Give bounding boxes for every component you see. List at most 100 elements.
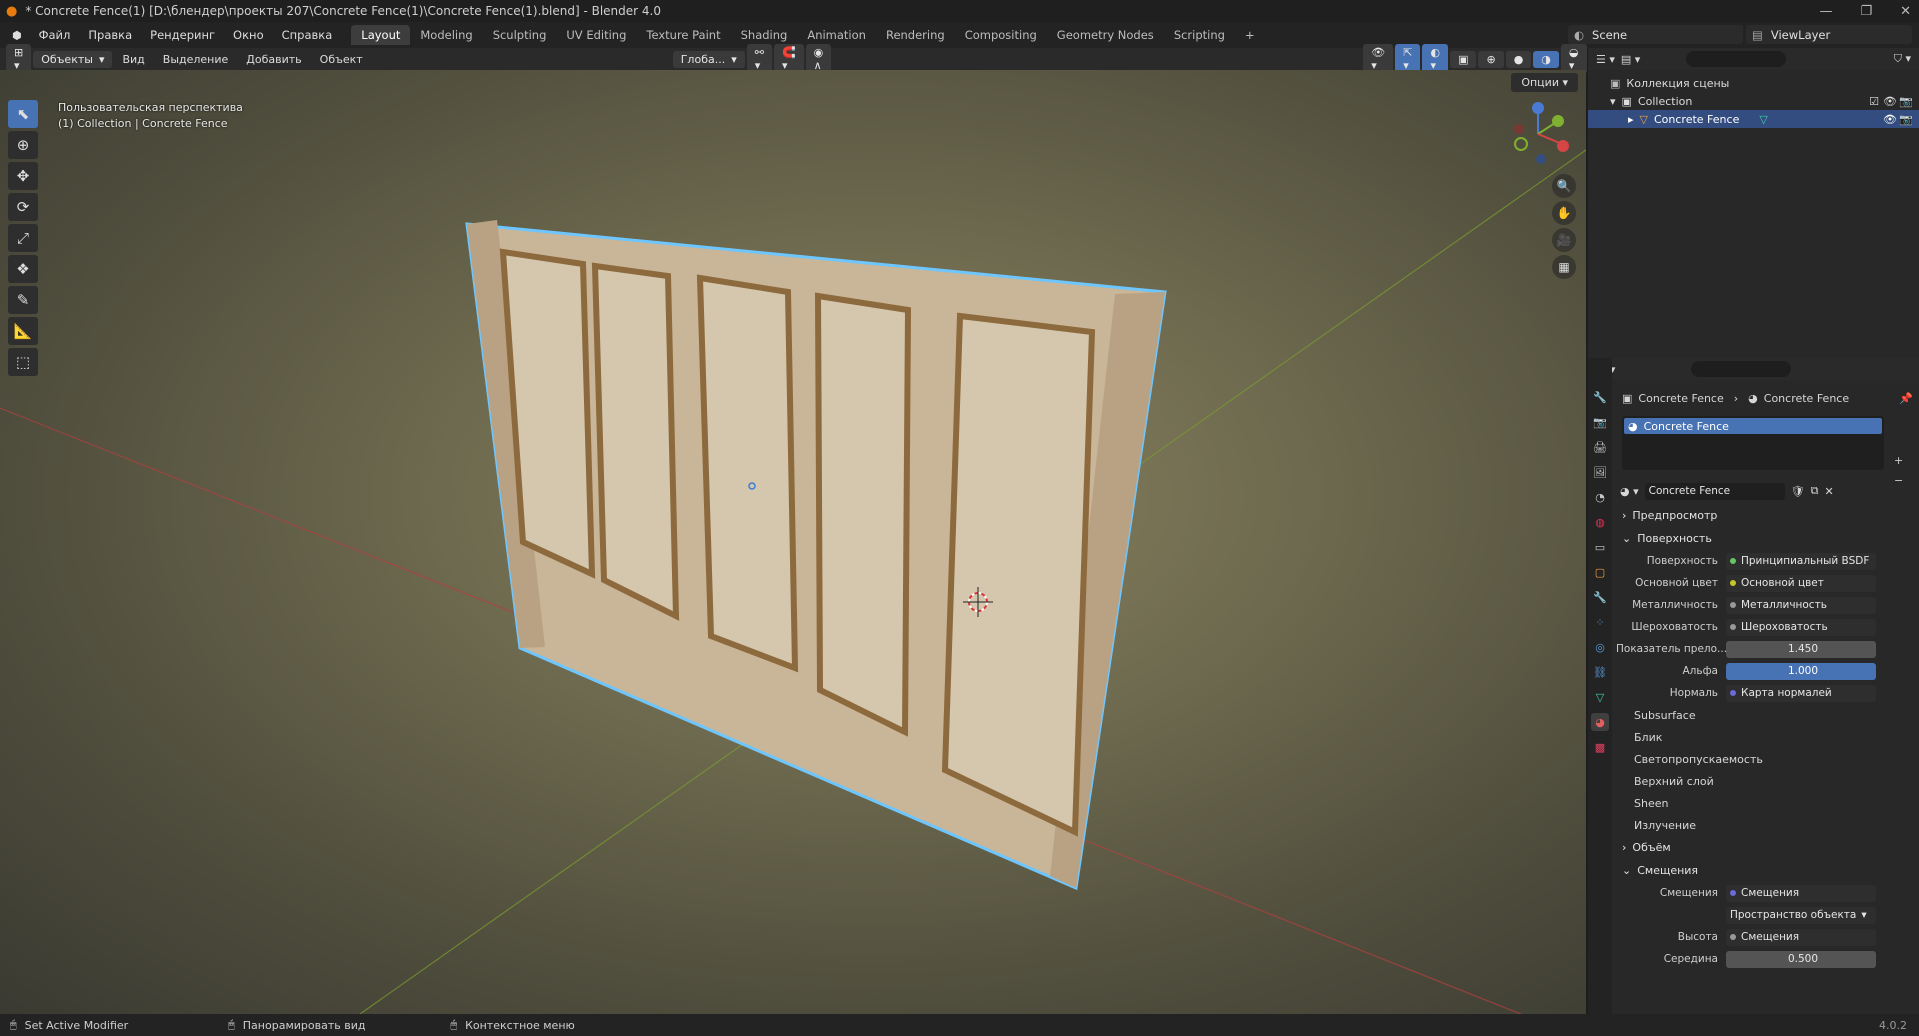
tab-rendering[interactable]: Rendering <box>876 25 955 45</box>
shading-solid-button[interactable]: ● <box>1505 50 1532 68</box>
pan-button[interactable]: ✋ <box>1552 201 1576 225</box>
menu-add[interactable]: Добавить <box>238 51 309 68</box>
menu-select[interactable]: Выделение <box>155 51 237 68</box>
cursor-tool[interactable]: ⊕ <box>8 131 38 159</box>
base-color-field[interactable]: Основной цвет <box>1726 574 1876 592</box>
displacement-field[interactable]: Смещения <box>1726 884 1876 902</box>
scale-tool[interactable]: ⤢ <box>8 224 38 252</box>
menu-render[interactable]: Рендеринг <box>141 28 224 42</box>
tab-animation[interactable]: Animation <box>797 25 876 45</box>
filter-icon[interactable]: ⛉ ▾ <box>1894 52 1911 66</box>
panel-volume[interactable]: › Объём <box>1616 836 1919 859</box>
disclosure-icon[interactable]: ▸ <box>1628 113 1634 126</box>
roughness-field[interactable]: Шероховатость <box>1726 618 1876 636</box>
tab-sculpting[interactable]: Sculpting <box>483 25 557 45</box>
collection-tab-icon[interactable]: ▭ <box>1591 538 1609 556</box>
zoom-button[interactable]: 🔍 <box>1552 174 1576 198</box>
camera-icon[interactable]: 📷 <box>1899 113 1913 126</box>
render-tab-icon[interactable]: 📷 <box>1591 413 1609 431</box>
subpanel-specular[interactable]: Блик <box>1616 726 1919 748</box>
subpanel-sheen[interactable]: Sheen <box>1616 792 1919 814</box>
tab-layout[interactable]: Layout <box>351 25 411 45</box>
modifier-tab-icon[interactable]: 🔧 <box>1591 588 1609 606</box>
outliner-editor-icon[interactable]: ☰ ▾ <box>1596 53 1615 66</box>
surface-shader-field[interactable]: Принципиальный BSDF <box>1726 552 1876 570</box>
ior-field[interactable]: 1.450 <box>1726 640 1876 658</box>
fake-user-icon[interactable]: 🛡 <box>1791 485 1805 498</box>
ortho-toggle-button[interactable]: ▦ <box>1552 255 1576 279</box>
tab-compositing[interactable]: Compositing <box>955 25 1047 45</box>
menu-help[interactable]: Справка <box>273 28 342 42</box>
disclosure-icon[interactable]: ▾ <box>1610 95 1616 108</box>
slot-add-button[interactable]: + <box>1894 454 1903 467</box>
panel-preview[interactable]: › Предпросмотр <box>1616 504 1919 527</box>
alpha-field[interactable]: 1.000 <box>1726 662 1876 680</box>
tab-shading[interactable]: Shading <box>731 25 798 45</box>
outliner-scene-collection[interactable]: ▣ Коллекция сцены <box>1588 74 1919 92</box>
tab-geometry-nodes[interactable]: Geometry Nodes <box>1047 25 1164 45</box>
add-cube-tool[interactable]: ⬚ <box>8 348 38 376</box>
metallic-field[interactable]: Металличность <box>1726 596 1876 614</box>
constraints-tab-icon[interactable]: ⛓ <box>1591 663 1609 681</box>
subpanel-emission[interactable]: Излучение <box>1616 814 1919 836</box>
orientation-dropdown[interactable]: Глоба... ▾ <box>672 50 745 68</box>
tab-modeling[interactable]: Modeling <box>410 25 482 45</box>
rotate-tool[interactable]: ⟳ <box>8 193 38 221</box>
space-dropdown[interactable]: Пространство объекта ▾ <box>1726 906 1876 924</box>
measure-tool[interactable]: 📐 <box>8 317 38 345</box>
unlink-material-icon[interactable]: ✕ <box>1824 485 1833 498</box>
minimize-button[interactable]: — <box>1819 4 1832 19</box>
camera-icon[interactable]: 📷 <box>1899 95 1913 108</box>
menu-view[interactable]: Вид <box>114 51 152 68</box>
menu-edit[interactable]: Правка <box>79 28 141 42</box>
subpanel-transmission[interactable]: Светопропускаемость <box>1616 748 1919 770</box>
object-tab-icon[interactable]: ▢ <box>1591 563 1609 581</box>
eye-icon[interactable]: 👁 <box>1883 113 1897 126</box>
subpanel-subsurface[interactable]: Subsurface <box>1616 704 1919 726</box>
move-tool[interactable]: ✥ <box>8 162 38 190</box>
add-workspace-button[interactable]: + <box>1235 25 1265 45</box>
menu-object[interactable]: Объект <box>312 51 371 68</box>
subpanel-coat[interactable]: Верхний слой <box>1616 770 1919 792</box>
3d-viewport[interactable]: Пользовательская перспектива (1) Collect… <box>0 70 1586 1014</box>
blender-menu-icon[interactable]: ⬢ <box>4 29 30 42</box>
view-layer-tab-icon[interactable]: 🖼 <box>1591 463 1609 481</box>
eye-icon[interactable]: 👁 <box>1883 95 1897 108</box>
camera-view-button[interactable]: 🎥 <box>1552 228 1576 252</box>
panel-displacement[interactable]: ⌄ Смещения <box>1616 859 1919 882</box>
panel-surface[interactable]: ⌄ Поверхность <box>1616 527 1919 550</box>
display-mode-icon[interactable]: ▤ ▾ <box>1621 53 1640 66</box>
data-tab-icon[interactable]: ▽ <box>1591 688 1609 706</box>
close-button[interactable]: ✕ <box>1900 4 1911 19</box>
height-field[interactable]: Смещения <box>1726 928 1876 946</box>
output-tab-icon[interactable]: 🖨 <box>1591 438 1609 456</box>
xray-toggle[interactable]: ▣ <box>1450 50 1477 68</box>
particles-tab-icon[interactable]: ⁘ <box>1591 613 1609 631</box>
menu-window[interactable]: Окно <box>224 28 273 42</box>
options-dropdown[interactable]: Опции ▾ <box>1511 73 1578 92</box>
pin-icon[interactable]: 📌 <box>1899 392 1913 405</box>
tab-scripting[interactable]: Scripting <box>1164 25 1235 45</box>
shading-wireframe-button[interactable]: ⊕ <box>1478 50 1504 68</box>
view-layer-selector[interactable]: ▤ ViewLayer <box>1746 25 1912 44</box>
scene-selector[interactable]: ◐ Scene <box>1568 25 1743 44</box>
annotate-tool[interactable]: ✎ <box>8 286 38 314</box>
scene-tab-icon[interactable]: ◔ <box>1591 488 1609 506</box>
collection-checkbox[interactable]: ☑ <box>1869 95 1879 108</box>
tool-tab-icon[interactable]: 🔧 <box>1591 388 1609 406</box>
tab-uv-editing[interactable]: UV Editing <box>556 25 636 45</box>
outliner-collection[interactable]: ▾ ▣ Collection ☑ 👁 📷 <box>1588 92 1919 110</box>
texture-tab-icon[interactable]: ▩ <box>1591 738 1609 756</box>
material-browse-icon[interactable]: ◕ ▾ <box>1620 485 1639 498</box>
tab-texture-paint[interactable]: Texture Paint <box>636 25 730 45</box>
select-box-tool[interactable]: ⬉ <box>8 100 38 128</box>
transform-tool[interactable]: ❖ <box>8 255 38 283</box>
midlevel-field[interactable]: 0.500 <box>1726 950 1876 968</box>
material-name-field[interactable]: Concrete Fence <box>1644 482 1785 500</box>
menu-file[interactable]: Файл <box>30 28 80 42</box>
normal-field[interactable]: Карта нормалей <box>1726 684 1876 702</box>
duplicate-material-icon[interactable]: ⧉ <box>1811 484 1819 498</box>
maximize-button[interactable]: ❐ <box>1860 4 1872 19</box>
material-tab-icon[interactable]: ◕ <box>1591 713 1609 731</box>
physics-tab-icon[interactable]: ◎ <box>1591 638 1609 656</box>
